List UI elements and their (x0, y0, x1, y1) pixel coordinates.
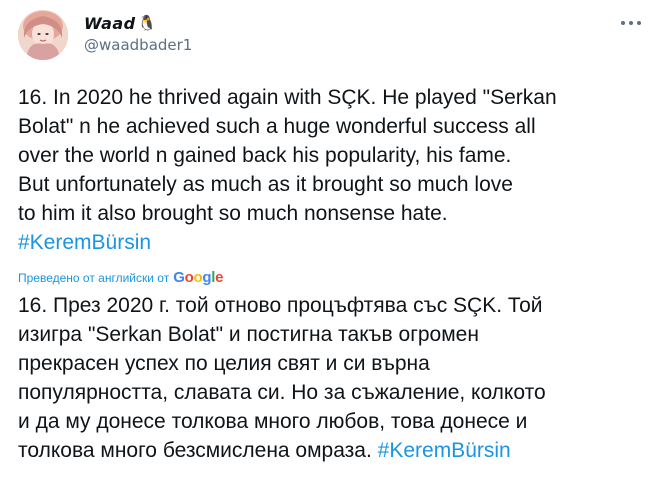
tweet-line: Bolat" n he achieved such a huge wonderf… (18, 115, 536, 138)
tweet-text-original: 16. In 2020 he thrived again with SÇK. H… (18, 83, 648, 257)
tweet-line: 16. In 2020 he thrived again with SÇK. H… (18, 86, 557, 109)
translated-line: изигра "Serkan Bolat" и постигна такъв о… (18, 323, 479, 346)
author-block: Waad 🐧 @waadbader1 (84, 12, 192, 55)
avatar[interactable] (18, 10, 68, 60)
translated-by-text[interactable]: Преведено от английски от (18, 271, 169, 285)
penguin-emoji-icon: 🐧 (137, 14, 157, 32)
translated-line: толкова много безсмислена омраза. (18, 439, 372, 462)
user-handle[interactable]: @waadbader1 (84, 36, 192, 54)
display-name-text[interactable]: Waad (84, 14, 136, 33)
tweet-text-translated: 16. През 2020 г. той отново процъфтява с… (18, 291, 648, 465)
google-logo: Google (173, 269, 224, 286)
tweet-line: over the world n gained back his popular… (18, 144, 512, 167)
translated-line: популярността, славата си. Но за съжален… (18, 381, 546, 404)
tweet-card: Waad 🐧 @waadbader1 16. In 2020 he thrive… (0, 0, 661, 487)
translated-line: прекрасен успех по целия свят и си върна (18, 352, 430, 375)
more-horizontal-icon[interactable] (621, 18, 641, 28)
tweet-line: to him it also brought so much nonsense … (18, 202, 448, 225)
tweet-line: But unfortunately as much as it brought … (18, 173, 513, 196)
display-name[interactable]: Waad 🐧 (84, 12, 192, 34)
hashtag-link[interactable]: #KeremBürsin (378, 439, 511, 462)
translated-line: и да му донесе толкова много любов, това… (18, 410, 528, 433)
hashtag-link[interactable]: #KeremBürsin (18, 231, 151, 254)
translated-by-label[interactable]: Преведено от английски от Google (18, 269, 223, 286)
translated-line: 16. През 2020 г. той отново процъфтява с… (18, 294, 543, 317)
